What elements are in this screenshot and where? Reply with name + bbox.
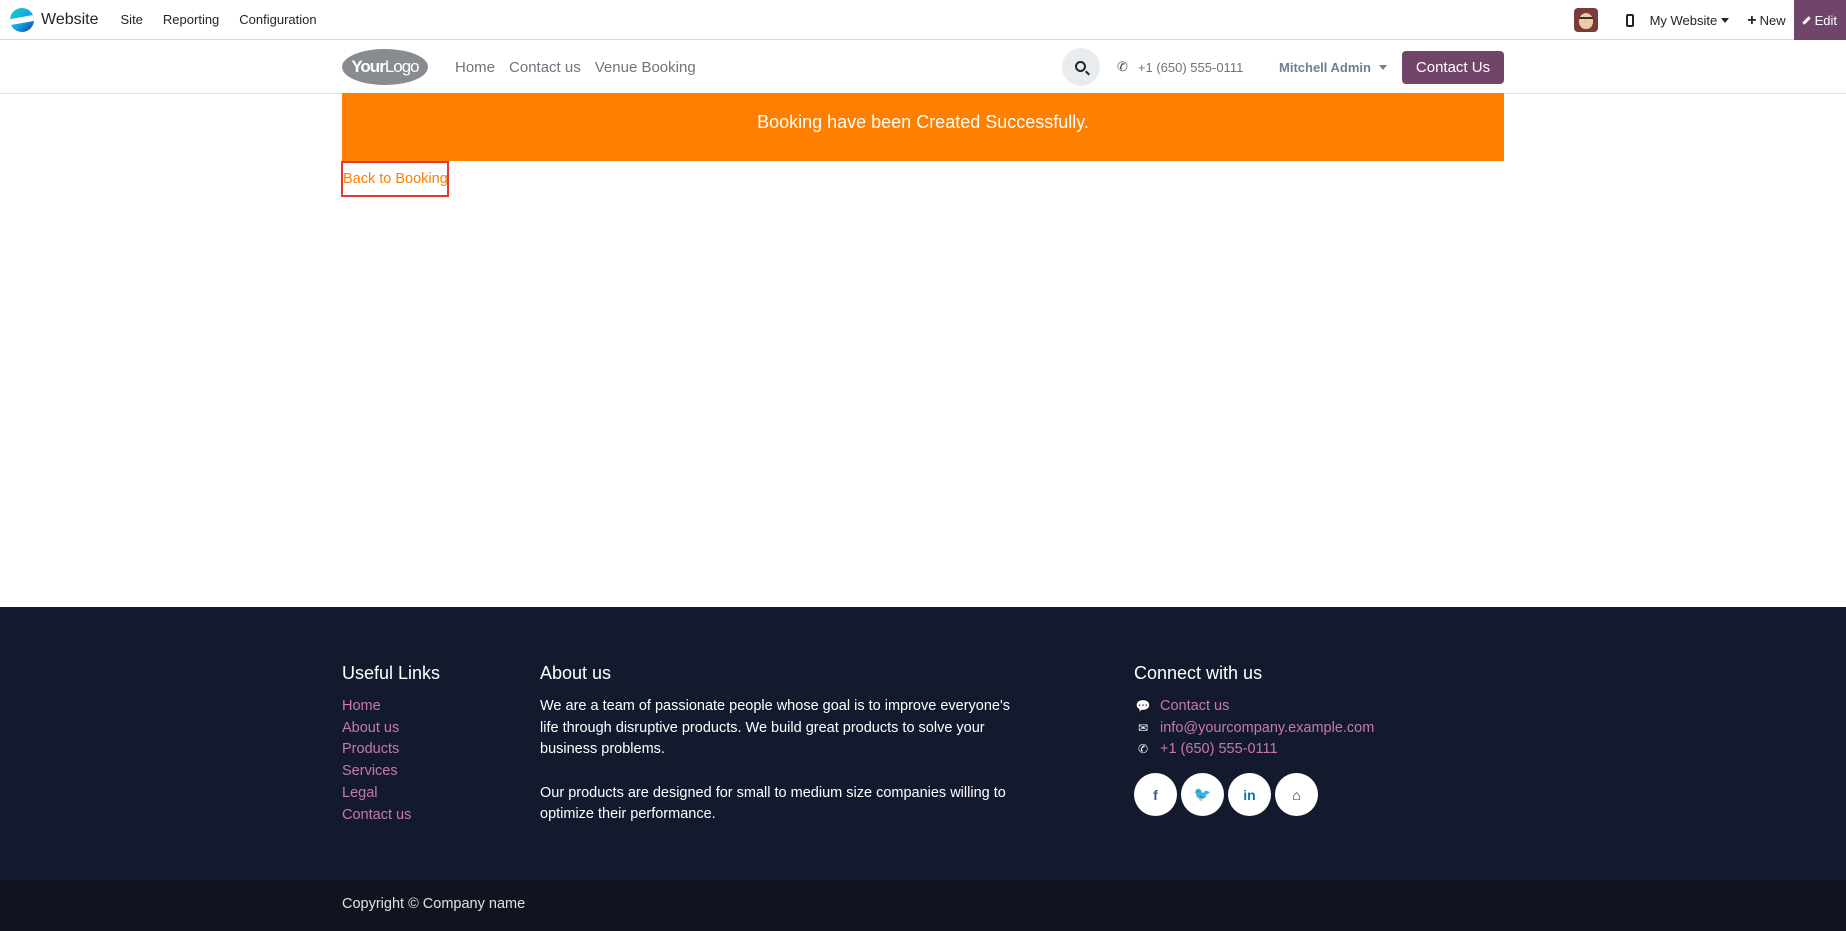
nav-venue-booking[interactable]: Venue Booking — [595, 59, 696, 76]
phone-icon: ✆ — [1137, 742, 1149, 757]
website-app-icon — [10, 7, 34, 32]
success-alert: Booking have been Created Successfully. — [342, 93, 1504, 161]
about-section: About us We are a team of passionate peo… — [540, 663, 1010, 826]
connect-email-label: info@yourcompany.example.com — [1160, 719, 1375, 736]
contact-us-button[interactable]: Contact Us — [1402, 51, 1504, 84]
connect-phone-link[interactable]: ✆ +1 (650) 555-0111 — [1134, 739, 1374, 761]
site-logo[interactable]: Your Logo — [342, 49, 428, 85]
header-phone-number: +1 (650) 555-0111 — [1137, 59, 1244, 75]
app-name: Website — [41, 10, 99, 28]
twitter-icon[interactable]: 🐦 — [1181, 773, 1224, 817]
website-selector-label: My Website — [1649, 12, 1718, 28]
connect-section: Connect with us 💬 Contact us ✉ info@your… — [1134, 663, 1374, 817]
website-selector[interactable]: My Website — [1650, 13, 1730, 28]
about-title: About us — [540, 663, 612, 683]
copyright-text: Copyright © Company name — [342, 896, 526, 912]
search-icon — [1074, 60, 1086, 72]
user-avatar[interactable] — [1573, 8, 1598, 32]
comment-icon: 💬 — [1135, 699, 1151, 713]
about-paragraph-2: Our products are designed for small to m… — [540, 784, 1006, 823]
footer-link-home[interactable]: Home — [342, 696, 440, 718]
linkedin-icon[interactable]: in — [1228, 773, 1271, 817]
site-footer: Useful Links Home About us Products Serv… — [0, 607, 1846, 880]
connect-email-link[interactable]: ✉ info@yourcompany.example.com — [1134, 718, 1374, 740]
social-links: f 🐦 in ⌂ — [1134, 773, 1374, 817]
plus-icon: + — [1747, 11, 1757, 29]
caret-down-icon — [1721, 17, 1730, 23]
menu-site[interactable]: Site — [111, 12, 153, 27]
copyright-bar: Copyright © Company name — [0, 880, 1846, 931]
new-button-label: New — [1759, 12, 1786, 28]
edit-button-label: Edit — [1814, 12, 1837, 28]
search-button[interactable] — [1062, 48, 1100, 86]
nav-contact-us[interactable]: Contact us — [509, 59, 581, 76]
app-brand[interactable]: Website — [10, 0, 99, 40]
back-to-booking-link[interactable]: Back to Booking — [341, 161, 449, 197]
connect-contact-link[interactable]: 💬 Contact us — [1134, 696, 1374, 718]
site-nav: Home Contact us Venue Booking — [448, 40, 703, 94]
footer-link-contact-us[interactable]: Contact us — [342, 805, 440, 827]
user-name: Mitchell Admin — [1279, 59, 1371, 75]
phone-icon: ✆ — [1117, 59, 1128, 74]
site-header: Your Logo Home Contact us Venue Booking ✆… — [0, 40, 1846, 94]
connect-phone-label: +1 (650) 555-0111 — [1160, 741, 1278, 758]
connect-contact-label: Contact us — [1160, 698, 1230, 714]
about-paragraph-1: We are a team of passionate people whose… — [540, 698, 1010, 757]
footer-link-about-us[interactable]: About us — [342, 718, 440, 740]
logo-text-bold: Your — [351, 57, 385, 76]
menu-configuration[interactable]: Configuration — [229, 12, 326, 27]
admin-right-tools: My Website + New Edit — [1573, 0, 1846, 40]
mobile-preview-icon[interactable] — [1625, 13, 1634, 27]
user-menu[interactable]: Mitchell Admin — [1279, 40, 1387, 94]
pencil-icon — [1801, 15, 1811, 25]
useful-links-section: Useful Links Home About us Products Serv… — [342, 663, 440, 826]
facebook-icon[interactable]: f — [1134, 773, 1177, 817]
header-phone[interactable]: ✆ +1 (650) 555-0111 — [1117, 40, 1243, 94]
connect-title: Connect with us — [1134, 663, 1263, 683]
edit-button[interactable]: Edit — [1793, 0, 1846, 40]
logo-text-light: Logo — [384, 57, 420, 76]
envelope-icon: ✉ — [1137, 720, 1149, 735]
admin-menu: Site Reporting Configuration — [111, 12, 327, 27]
home-icon[interactable]: ⌂ — [1275, 773, 1318, 817]
footer-link-products[interactable]: Products — [342, 739, 440, 761]
footer-link-legal[interactable]: Legal — [342, 783, 440, 805]
menu-reporting[interactable]: Reporting — [153, 12, 229, 27]
nav-home[interactable]: Home — [455, 59, 495, 76]
caret-down-icon — [1378, 64, 1387, 70]
new-button[interactable]: + New — [1747, 11, 1786, 29]
admin-navbar: Website Site Reporting Configuration My … — [0, 0, 1846, 40]
useful-links-title: Useful Links — [342, 663, 441, 683]
footer-link-services[interactable]: Services — [342, 761, 440, 783]
